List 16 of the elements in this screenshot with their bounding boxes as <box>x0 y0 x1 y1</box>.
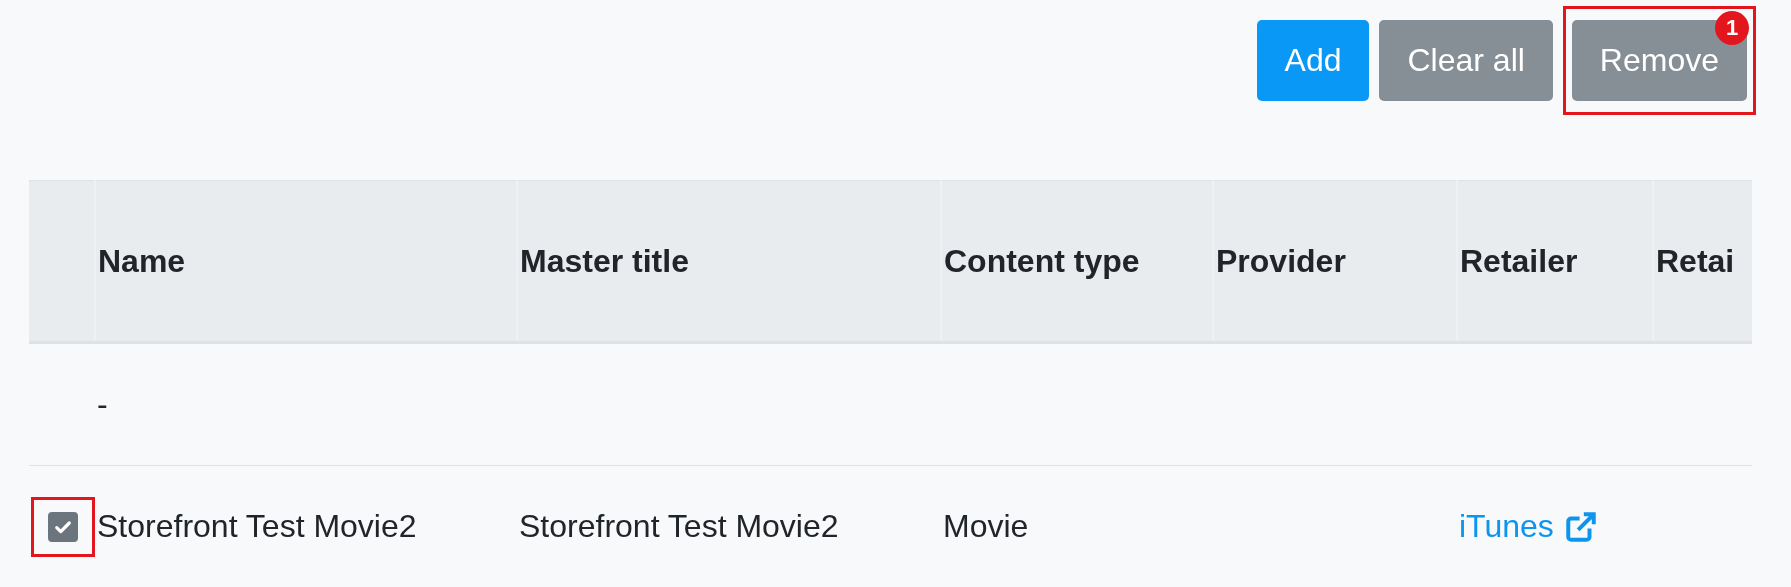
column-header: Provider <box>1216 242 1346 279</box>
table-cell: - <box>97 386 108 422</box>
column-header: Content type <box>944 242 1140 279</box>
toolbar-button[interactable]: Add <box>1256 19 1370 101</box>
column-header: Master title <box>520 242 689 279</box>
column-header: Retailer <box>1460 242 1578 279</box>
table-cell: Storefront Test Movie2 <box>97 508 417 544</box>
table-cell: Movie <box>943 508 1029 544</box>
count-badge: 1 <box>1715 10 1749 45</box>
row-checkbox[interactable] <box>48 511 78 542</box>
column-header: Name <box>98 242 186 279</box>
retailer-link[interactable]: iTunes <box>1459 508 1598 545</box>
table-cell: Storefront Test Movie2 <box>519 508 839 544</box>
toolbar-button[interactable]: Clear all <box>1379 19 1553 101</box>
external-link-icon <box>1563 509 1598 544</box>
column-header: Retai <box>1656 242 1735 279</box>
